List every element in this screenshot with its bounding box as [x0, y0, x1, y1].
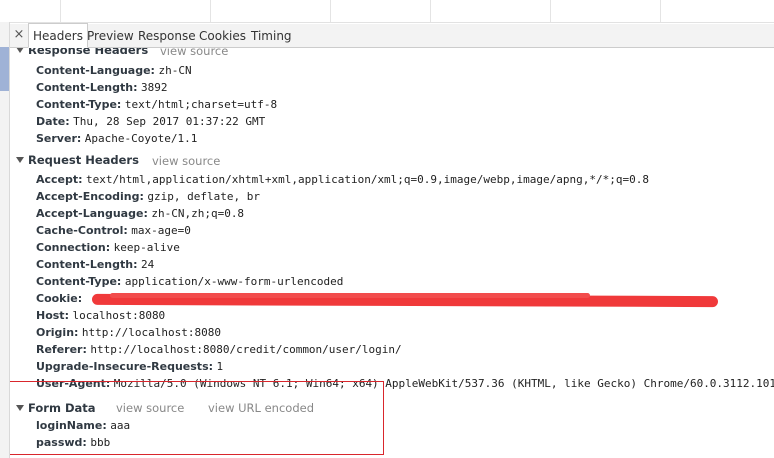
left-gutter	[0, 22, 10, 458]
header-row: Origin: http://localhost:8080	[36, 326, 221, 339]
close-icon[interactable]: ×	[12, 27, 26, 43]
header-row: Connection: keep-alive	[36, 241, 180, 254]
header-row: Accept: text/html,application/xhtml+xml,…	[36, 173, 649, 186]
selected-row-marker	[0, 47, 9, 91]
form-data-title: Form Data	[28, 401, 96, 415]
tab-preview[interactable]: Preview	[87, 24, 134, 47]
top-cell	[330, 0, 431, 22]
header-row: Server: Apache-Coyote/1.1	[36, 132, 198, 145]
form-data-toggle[interactable]: Form Data	[16, 401, 96, 415]
header-row: Host: localhost:8080	[36, 309, 166, 322]
header-row: Content-Type: application/x-www-form-url…	[36, 275, 344, 288]
form-view-source-link[interactable]: view source	[116, 401, 184, 415]
request-headers-title: Request Headers	[28, 153, 139, 167]
expand-triangle-icon	[16, 157, 24, 163]
request-headers-toggle[interactable]: Request Headers	[16, 153, 139, 167]
tab-response[interactable]: Response	[138, 24, 196, 47]
top-cell	[430, 0, 551, 22]
cookie-redaction-stroke	[110, 293, 590, 298]
top-cell	[550, 0, 661, 22]
top-cell	[0, 0, 61, 22]
header-row: Date: Thu, 28 Sep 2017 01:37:22 GMT	[36, 115, 266, 128]
top-cell	[60, 0, 211, 22]
tab-cookies[interactable]: Cookies	[199, 24, 246, 47]
header-row: Cache-Control: max-age=0	[36, 224, 191, 237]
header-row: Content-Type: text/html;charset=utf-8	[36, 98, 278, 111]
tab-headers[interactable]: Headers	[28, 23, 88, 48]
headers-panel: Response Headers view source Content-Lan…	[10, 48, 774, 458]
request-view-source-link[interactable]: view source	[152, 154, 220, 168]
response-view-source-link[interactable]: view source	[160, 48, 228, 58]
header-row: Upgrade-Insecure-Requests: 1	[36, 360, 224, 373]
tab-timing[interactable]: Timing	[251, 24, 292, 47]
header-row: Accept-Language: zh-CN,zh;q=0.8	[36, 207, 245, 220]
header-row: Content-Language: zh-CN	[36, 64, 192, 77]
response-headers-title: Response Headers	[28, 48, 149, 57]
form-data-row: loginName: aaa	[36, 419, 131, 432]
header-row: Content-Length: 3892	[36, 81, 168, 94]
top-strip	[0, 0, 774, 23]
header-row: Content-Length: 24	[36, 258, 155, 271]
response-headers-toggle[interactable]: Response Headers	[16, 48, 148, 57]
header-row: Cookie:	[36, 292, 83, 305]
top-cell	[210, 0, 331, 22]
tab-bar: × Headers Preview Response Cookies Timin…	[10, 23, 774, 48]
form-data-row: passwd: bbb	[36, 436, 111, 449]
header-row: Accept-Encoding: gzip, deflate, br	[36, 190, 260, 203]
form-view-url-encoded-link[interactable]: view URL encoded	[208, 401, 314, 415]
expand-triangle-icon	[16, 48, 24, 53]
header-row: Referer: http://localhost:8080/credit/co…	[36, 343, 402, 356]
expand-triangle-icon	[16, 405, 24, 411]
